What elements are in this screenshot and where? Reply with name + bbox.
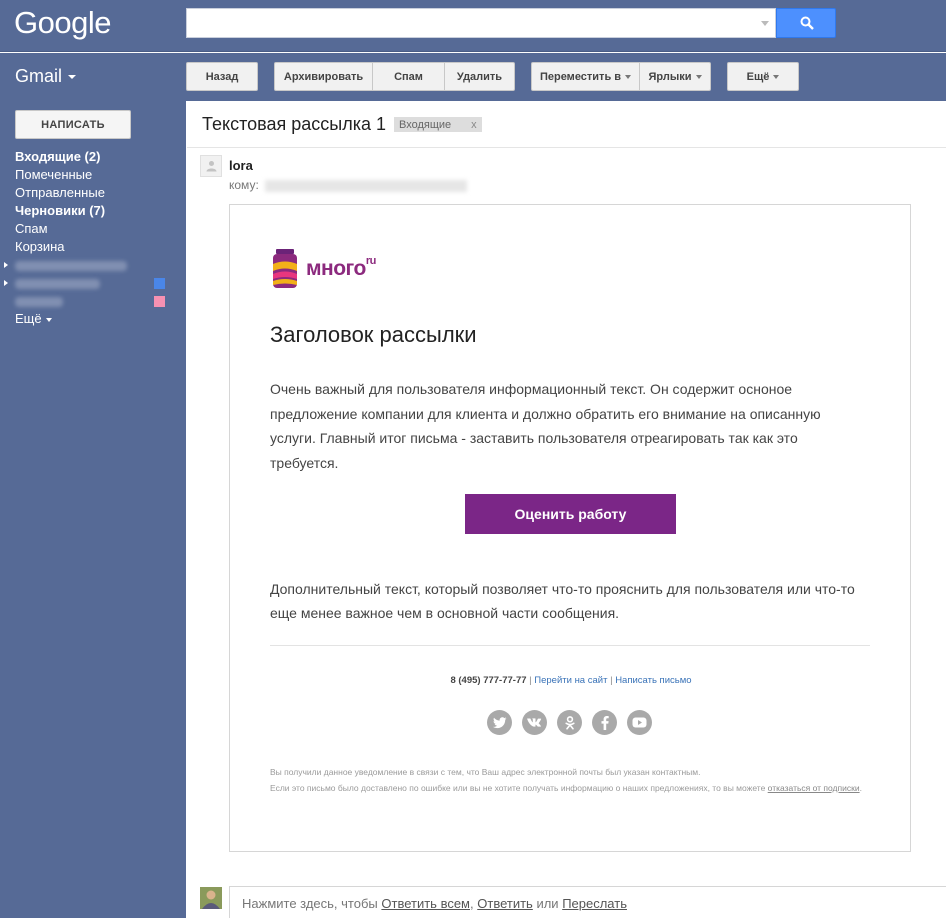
phone-number: 8 (495) 777-77-77 xyxy=(450,675,527,686)
jar-logo-icon xyxy=(273,249,297,288)
recipient-redacted xyxy=(265,180,467,192)
inbox-label-tag[interactable]: Входящие x xyxy=(394,117,482,132)
expand-triangle-icon[interactable] xyxy=(4,262,8,268)
reply-all-link[interactable]: Ответить всем xyxy=(381,896,470,911)
move-to-button[interactable]: Переместить в xyxy=(531,62,640,91)
spam-button[interactable]: Спам xyxy=(372,62,445,91)
chevron-down-icon xyxy=(625,74,632,79)
vk-icon[interactable] xyxy=(522,710,547,735)
sidebar-item-starred[interactable]: Помеченные xyxy=(15,167,92,182)
more-button[interactable]: Ещё xyxy=(727,62,799,91)
label-color-swatch xyxy=(154,296,165,307)
move-to-label: Переместить в xyxy=(539,70,622,83)
chevron-down-icon xyxy=(45,317,52,322)
remove-label-icon[interactable]: x xyxy=(471,119,477,131)
sender-avatar[interactable] xyxy=(200,155,222,177)
search-icon xyxy=(800,16,814,30)
disclaimer-text: Вы получили данное уведомление в связи с… xyxy=(270,765,870,796)
sidebar-label-redacted[interactable] xyxy=(15,297,63,307)
brand-name: много xyxy=(306,257,366,280)
sidebar-item-inbox[interactable]: Входящие (2) xyxy=(15,149,100,164)
social-links xyxy=(487,710,652,735)
brand-wordmark: многоru xyxy=(306,255,377,281)
twitter-icon[interactable] xyxy=(487,710,512,735)
disclaimer-period: . xyxy=(859,782,862,793)
brand-suffix: ru xyxy=(365,255,377,267)
message-subject: Текстовая рассылка 1 xyxy=(202,114,386,134)
top-bar: Google xyxy=(0,0,946,52)
sidebar-more-label: Ещё xyxy=(15,311,42,326)
gmail-app-switcher[interactable]: Gmail xyxy=(15,66,77,87)
delete-button[interactable]: Удалить xyxy=(444,62,515,91)
search-input[interactable] xyxy=(186,8,776,38)
newsletter-body: Очень важный для пользователя информацио… xyxy=(270,381,821,471)
reply-prompt-text: Нажмите здесь, чтобы xyxy=(242,896,378,911)
sender-name[interactable]: lora xyxy=(229,158,253,173)
recipient-label: кому: xyxy=(229,178,259,192)
reply-link[interactable]: Ответить xyxy=(477,896,533,911)
reply-or-text: или xyxy=(536,896,559,911)
search-options-caret-icon[interactable] xyxy=(761,21,769,26)
message-view: Текстовая рассылка 1 Входящие x lora ком… xyxy=(187,101,946,918)
newsletter-heading: Заголовок рассылки xyxy=(270,322,477,347)
divider xyxy=(187,147,946,148)
newsletter-extra-text: Дополнительный текст, который позволяет … xyxy=(270,581,855,621)
label-color-swatch xyxy=(154,278,165,289)
visit-site-link[interactable]: Перейти на сайт xyxy=(534,675,607,686)
action-toolbar: Gmail Назад Архивировать Спам Удалить Пе… xyxy=(0,53,946,101)
separator: | xyxy=(610,675,613,686)
sidebar-label-redacted[interactable] xyxy=(15,261,127,271)
archive-button[interactable]: Архивировать xyxy=(274,62,373,91)
unsubscribe-link[interactable]: отказаться от подписки xyxy=(768,783,860,793)
rate-work-button[interactable]: Оценить работу xyxy=(465,494,676,534)
reply-comma: , xyxy=(470,896,474,911)
chevron-down-icon xyxy=(773,74,780,79)
back-button[interactable]: Назад xyxy=(186,62,258,91)
gmail-label: Gmail xyxy=(15,66,63,86)
sidebar-more[interactable]: Ещё xyxy=(15,311,52,326)
brand-logo[interactable]: многоru xyxy=(272,249,376,289)
sidebar-item-trash[interactable]: Корзина xyxy=(15,239,65,254)
google-logo[interactable]: Google xyxy=(14,5,111,41)
youtube-icon[interactable] xyxy=(627,710,652,735)
sidebar-item-sent[interactable]: Отправленные xyxy=(15,185,105,200)
labels-label: Ярлыки xyxy=(648,70,692,83)
odnoklassniki-icon[interactable] xyxy=(557,710,582,735)
write-email-link[interactable]: Написать письмо xyxy=(615,675,691,686)
disclaimer-line-2: Если это письмо было доставлено по ошибк… xyxy=(270,781,870,797)
separator: | xyxy=(529,675,532,686)
labels-button[interactable]: Ярлыки xyxy=(639,62,711,91)
chevron-down-icon xyxy=(68,75,77,80)
contact-line: 8 (495) 777-77-77 | Перейти на сайт | На… xyxy=(230,675,912,686)
inbox-label-text: Входящие xyxy=(399,119,452,131)
expand-triangle-icon[interactable] xyxy=(4,280,8,286)
more-label: Ещё xyxy=(746,70,770,83)
person-icon xyxy=(206,161,217,172)
sidebar-label-redacted[interactable] xyxy=(15,279,100,289)
divider xyxy=(270,645,870,646)
search-button[interactable] xyxy=(776,8,836,38)
forward-link[interactable]: Переслать xyxy=(562,896,627,911)
facebook-icon[interactable] xyxy=(592,710,617,735)
user-avatar xyxy=(200,887,222,909)
sidebar-item-drafts[interactable]: Черновики (7) xyxy=(15,203,105,218)
compose-button[interactable]: НАПИСАТЬ xyxy=(15,110,131,139)
chevron-down-icon xyxy=(695,74,702,79)
reply-prompt[interactable]: Нажмите здесь, чтобы Ответить всем, Отве… xyxy=(229,886,946,918)
email-body-card: многоru Заголовок рассылки Очень важный … xyxy=(229,204,911,852)
disclaimer-line-2-text: Если это письмо было доставлено по ошибк… xyxy=(270,782,766,793)
sidebar-item-spam[interactable]: Спам xyxy=(15,221,48,236)
sidebar: НАПИСАТЬ Входящие (2) Помеченные Отправл… xyxy=(0,101,186,918)
disclaimer-line-1: Вы получили данное уведомление в связи с… xyxy=(270,767,701,777)
